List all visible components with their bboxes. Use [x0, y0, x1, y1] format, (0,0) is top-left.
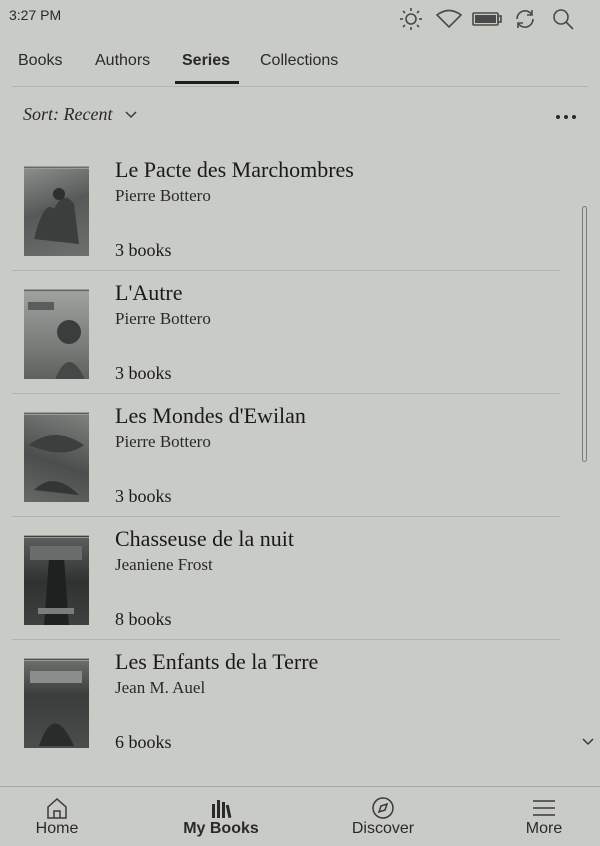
chevron-down-icon[interactable]: [580, 736, 596, 748]
tab-series[interactable]: Series: [182, 52, 230, 70]
chevron-down-icon: [125, 110, 137, 118]
nav-more[interactable]: More: [489, 792, 599, 846]
series-author: Jeaniene Frost: [115, 555, 213, 574]
series-book-count: 3 books: [115, 486, 172, 506]
tab-collections[interactable]: Collections: [260, 52, 338, 70]
books-icon: [212, 800, 232, 819]
series-book-count: 8 books: [115, 609, 172, 629]
active-tab-indicator: [175, 81, 239, 84]
sort-label: Sort: Recent: [23, 104, 113, 124]
nav-home[interactable]: Home: [2, 792, 112, 846]
series-title: Les Mondes d'Ewilan: [115, 403, 306, 428]
menu-icon: [533, 800, 555, 816]
divider: [0, 786, 600, 787]
sync-icon[interactable]: [506, 6, 544, 32]
status-bar: 3:27 PM: [0, 0, 600, 36]
series-list: Le Pacte des Marchombres Pierre Bottero …: [12, 148, 560, 763]
scrollbar[interactable]: [582, 206, 587, 462]
series-title: Chasseuse de la nuit: [115, 526, 295, 551]
series-book-count: 3 books: [115, 240, 172, 260]
series-row[interactable]: Chasseuse de la nuit Jeaniene Frost 8 bo…: [12, 517, 560, 640]
status-icons: [392, 6, 582, 32]
more-options-icon[interactable]: [556, 112, 578, 122]
nav-label: My Books: [183, 820, 259, 837]
tab-authors[interactable]: Authors: [95, 52, 150, 70]
tab-books[interactable]: Books: [18, 52, 62, 70]
book-cover: [24, 166, 89, 256]
compass-icon: [372, 797, 394, 819]
book-cover: [24, 412, 89, 502]
series-row[interactable]: Le Pacte des Marchombres Pierre Bottero …: [12, 148, 560, 271]
nav-discover[interactable]: Discover: [328, 792, 438, 846]
series-title: Les Enfants de la Terre: [115, 649, 319, 674]
sort-dropdown[interactable]: Sort: Recent: [23, 104, 138, 125]
nav-label: Home: [35, 820, 79, 837]
battery-icon[interactable]: [468, 6, 506, 32]
series-row[interactable]: Les Mondes d'Ewilan Pierre Bottero 3 boo…: [12, 394, 560, 517]
library-tabs: Books Authors Series Collections: [0, 44, 600, 86]
book-cover: [24, 289, 89, 379]
nav-my-books[interactable]: My Books: [166, 792, 276, 846]
book-cover: [24, 658, 89, 748]
nav-label: Discover: [351, 820, 415, 837]
nav-label: More: [525, 820, 563, 837]
search-icon[interactable]: [544, 6, 582, 32]
series-row[interactable]: Les Enfants de la Terre Jean M. Auel 6 b…: [12, 640, 560, 763]
series-book-count: 6 books: [115, 732, 172, 752]
series-book-count: 3 books: [115, 363, 172, 383]
series-author: Pierre Bottero: [115, 186, 211, 205]
series-title: Le Pacte des Marchombres: [115, 157, 354, 182]
series-author: Pierre Bottero: [115, 432, 211, 451]
book-cover: [24, 535, 89, 625]
series-row[interactable]: L'Autre Pierre Bottero 3 books: [12, 271, 560, 394]
divider: [12, 86, 588, 87]
brightness-icon[interactable]: [392, 6, 430, 32]
wifi-icon[interactable]: [430, 6, 468, 32]
series-title: L'Autre: [115, 280, 183, 305]
status-time: 3:27 PM: [9, 7, 62, 23]
series-author: Pierre Bottero: [115, 309, 211, 328]
series-author: Jean M. Auel: [115, 678, 206, 697]
home-icon: [47, 797, 67, 819]
